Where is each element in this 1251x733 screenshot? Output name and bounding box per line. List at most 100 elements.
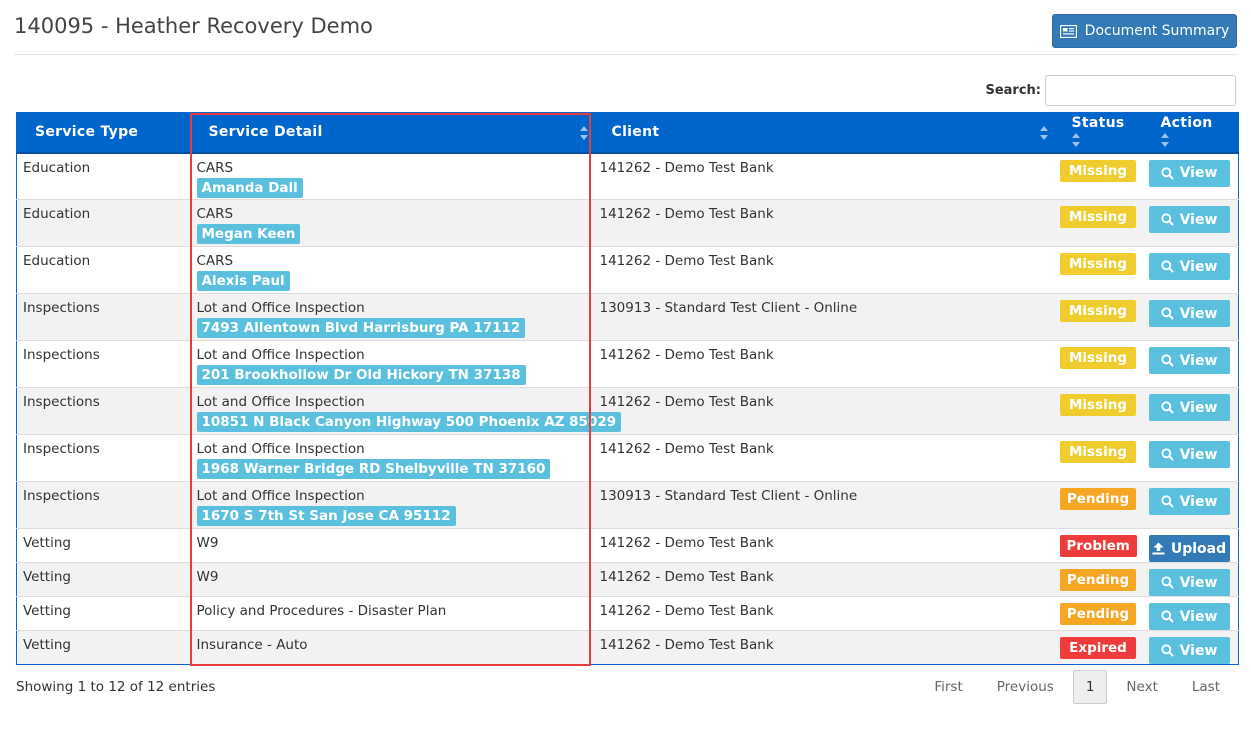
cell-service-detail: Lot and Office Inspection 1968 Warner Bri… [190,434,594,482]
action-label: View [1179,165,1218,181]
title-divider [14,54,1237,55]
document-summary-label: Document Summary [1084,23,1230,39]
column-header-service-detail[interactable]: Service Detail [190,112,594,154]
cell-service-type: Inspections [16,293,191,341]
cell-client: 130913 - Standard Test Client - Online [593,481,1054,529]
search-label: Search: [985,83,1041,98]
service-detail-text: CARS [196,159,234,176]
cell-client: 130913 - Standard Test Client - Online [593,293,1054,341]
view-button[interactable]: View [1148,300,1230,327]
cell-service-type: Inspections [16,434,191,482]
pagination-previous[interactable]: Previous [980,671,1071,703]
cell-service-detail: Policy and Procedures - Disaster Plan [190,596,594,631]
cell-service-detail: W9 [190,528,594,563]
search-icon [1160,213,1174,226]
column-header-action[interactable]: Action [1142,112,1239,154]
cell-service-detail: Lot and Office Inspection 1670 S 7th St S… [190,481,594,529]
cell-service-detail: CARS Amanda Dall [190,152,594,200]
status-badge: Missing [1060,206,1136,228]
document-summary-button[interactable]: Document Summary [1052,14,1237,48]
cell-service-type: Education [16,152,191,200]
status-badge: Expired [1060,637,1136,659]
search-icon [1160,448,1174,461]
action-label: View [1179,574,1218,591]
cell-status: Problem [1053,528,1143,563]
cell-client: 141262 - Demo Test Bank [593,596,1054,631]
action-label: View [1179,211,1218,228]
cell-status: Expired [1053,630,1143,665]
cell-action: View [1142,596,1239,631]
cell-status: Missing [1053,293,1143,341]
pagination-first[interactable]: First [917,671,979,703]
status-badge: Missing [1060,441,1136,463]
column-header-service-type[interactable]: Service Type [16,112,191,154]
cell-client: 141262 - Demo Test Bank [593,199,1054,247]
services-table: Service Type Service Detail Client Statu… [16,112,1239,665]
service-detail-text: CARS [196,253,234,269]
newspaper-icon [1059,24,1077,38]
cell-action: View [1142,562,1239,597]
page-title: 140095 - Heather Recovery Demo [14,14,373,38]
cell-service-detail: Lot and Office Inspection 10851 N Black C… [190,387,622,435]
view-button[interactable]: View [1148,394,1230,421]
search-icon [1160,644,1174,657]
table-header-row: Service Type Service Detail Client Statu… [16,112,1239,154]
cell-service-detail: W9 [190,562,594,597]
view-button[interactable]: View [1148,253,1230,280]
pagination: First Previous 1 Next Last [917,670,1237,704]
table-row: Vetting W9 141262 - Demo Test Bank Problem U… [16,528,1239,563]
action-label: View [1179,642,1218,659]
action-label: View [1179,493,1218,510]
table-info: Showing 1 to 12 of 12 entries [16,679,216,695]
view-button[interactable]: View [1148,569,1230,596]
table-row: Inspections Lot and Office Inspection 1085… [16,387,1239,435]
cell-action: View [1142,199,1239,247]
search-input[interactable] [1045,75,1236,106]
service-detail-text: Lot and Office Inspection [196,347,365,363]
table-row: Vetting Policy and Procedures - Disaster … [16,596,1239,631]
view-button[interactable]: View [1148,159,1230,187]
status-badge: Pending [1059,603,1137,625]
search-icon [1160,576,1174,589]
cell-action: View [1142,434,1239,482]
cell-status: Pending [1053,481,1143,529]
cell-client: 141262 - Demo Test Bank [593,152,1054,200]
cell-client: 141262 - Demo Test Bank [593,340,1054,388]
service-detail-text: Insurance - Auto [196,637,308,653]
cell-client: 141262 - Demo Test Bank [593,528,1054,563]
sort-icon [579,126,588,140]
view-button[interactable]: View [1148,637,1230,664]
table-row: Inspections Lot and Office Inspection 1968… [16,434,1239,482]
action-label: View [1179,399,1218,416]
column-header-status[interactable]: Status [1053,112,1143,154]
pagination-next[interactable]: Next [1109,671,1174,703]
cell-service-type: Vetting [16,596,191,631]
view-button[interactable]: View [1148,206,1230,233]
cell-client: 141262 - Demo Test Bank [593,562,1054,597]
view-button[interactable]: View [1148,488,1230,515]
cell-client: 141262 - Demo Test Bank [593,630,1054,665]
pagination-page-1[interactable]: 1 [1072,670,1108,704]
view-button[interactable]: View [1148,603,1230,630]
view-button[interactable]: View [1148,441,1230,468]
status-badge: Missing [1060,347,1136,369]
service-detail-tag: 1968 Warner Bridge RD Shelbyville TN 371… [196,459,551,479]
table-row: Education CARS Alexis Paul 141262 - Demo Te… [16,246,1239,294]
service-detail-text: CARS [196,206,234,222]
cell-service-type: Vetting [16,630,191,665]
cell-status: Missing [1053,387,1143,435]
pagination-last[interactable]: Last [1175,671,1237,703]
status-badge: Missing [1060,253,1136,275]
action-label: View [1179,608,1218,625]
upload-button[interactable]: Upload [1148,535,1230,562]
service-detail-tag: Amanda Dall [196,177,303,198]
view-button[interactable]: View [1148,347,1230,374]
cell-service-type: Vetting [16,562,191,597]
table-row: Education CARS Megan Keen 141262 - Demo Tes… [16,199,1239,247]
cell-action: View [1142,387,1239,435]
cell-status: Missing [1053,340,1143,388]
column-header-client[interactable]: Client [593,112,1054,154]
action-label: Upload [1170,540,1227,557]
service-detail-text: Lot and Office Inspection [196,441,365,457]
sort-icon [1071,133,1080,148]
